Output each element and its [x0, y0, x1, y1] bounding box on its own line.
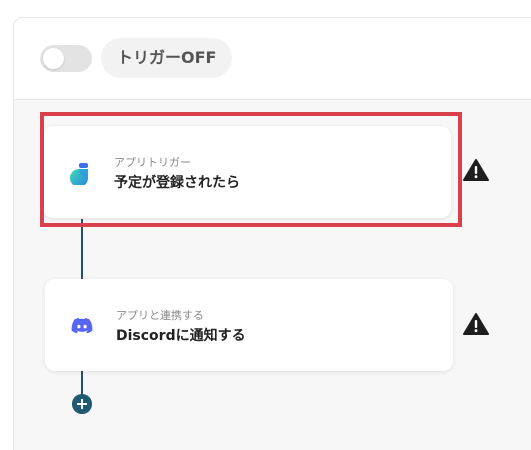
trigger-toggle[interactable] [40, 45, 92, 72]
step-title: 予定が登録されたら [114, 175, 240, 191]
step-subtitle: アプリと連携する [116, 309, 204, 322]
action-step-card[interactable]: アプリと連携する Discordに通知する [45, 279, 453, 371]
step-subtitle: アプリトリガー [114, 156, 191, 169]
toggle-knob [43, 48, 64, 69]
discord-icon [71, 318, 93, 334]
calendar-app-icon [70, 163, 88, 185]
flow-connector [81, 219, 83, 279]
warning-icon[interactable] [463, 158, 489, 182]
trigger-step-card[interactable]: アプリトリガー 予定が登録されたら [43, 126, 451, 218]
step-title: Discordに通知する [116, 328, 246, 344]
trigger-status-label: トリガーOFF [101, 38, 233, 78]
flow-header: トリガーOFF [14, 18, 531, 100]
warning-icon[interactable] [463, 312, 489, 336]
add-step-button[interactable] [72, 394, 92, 414]
flow-panel: トリガーOFF [13, 17, 531, 450]
